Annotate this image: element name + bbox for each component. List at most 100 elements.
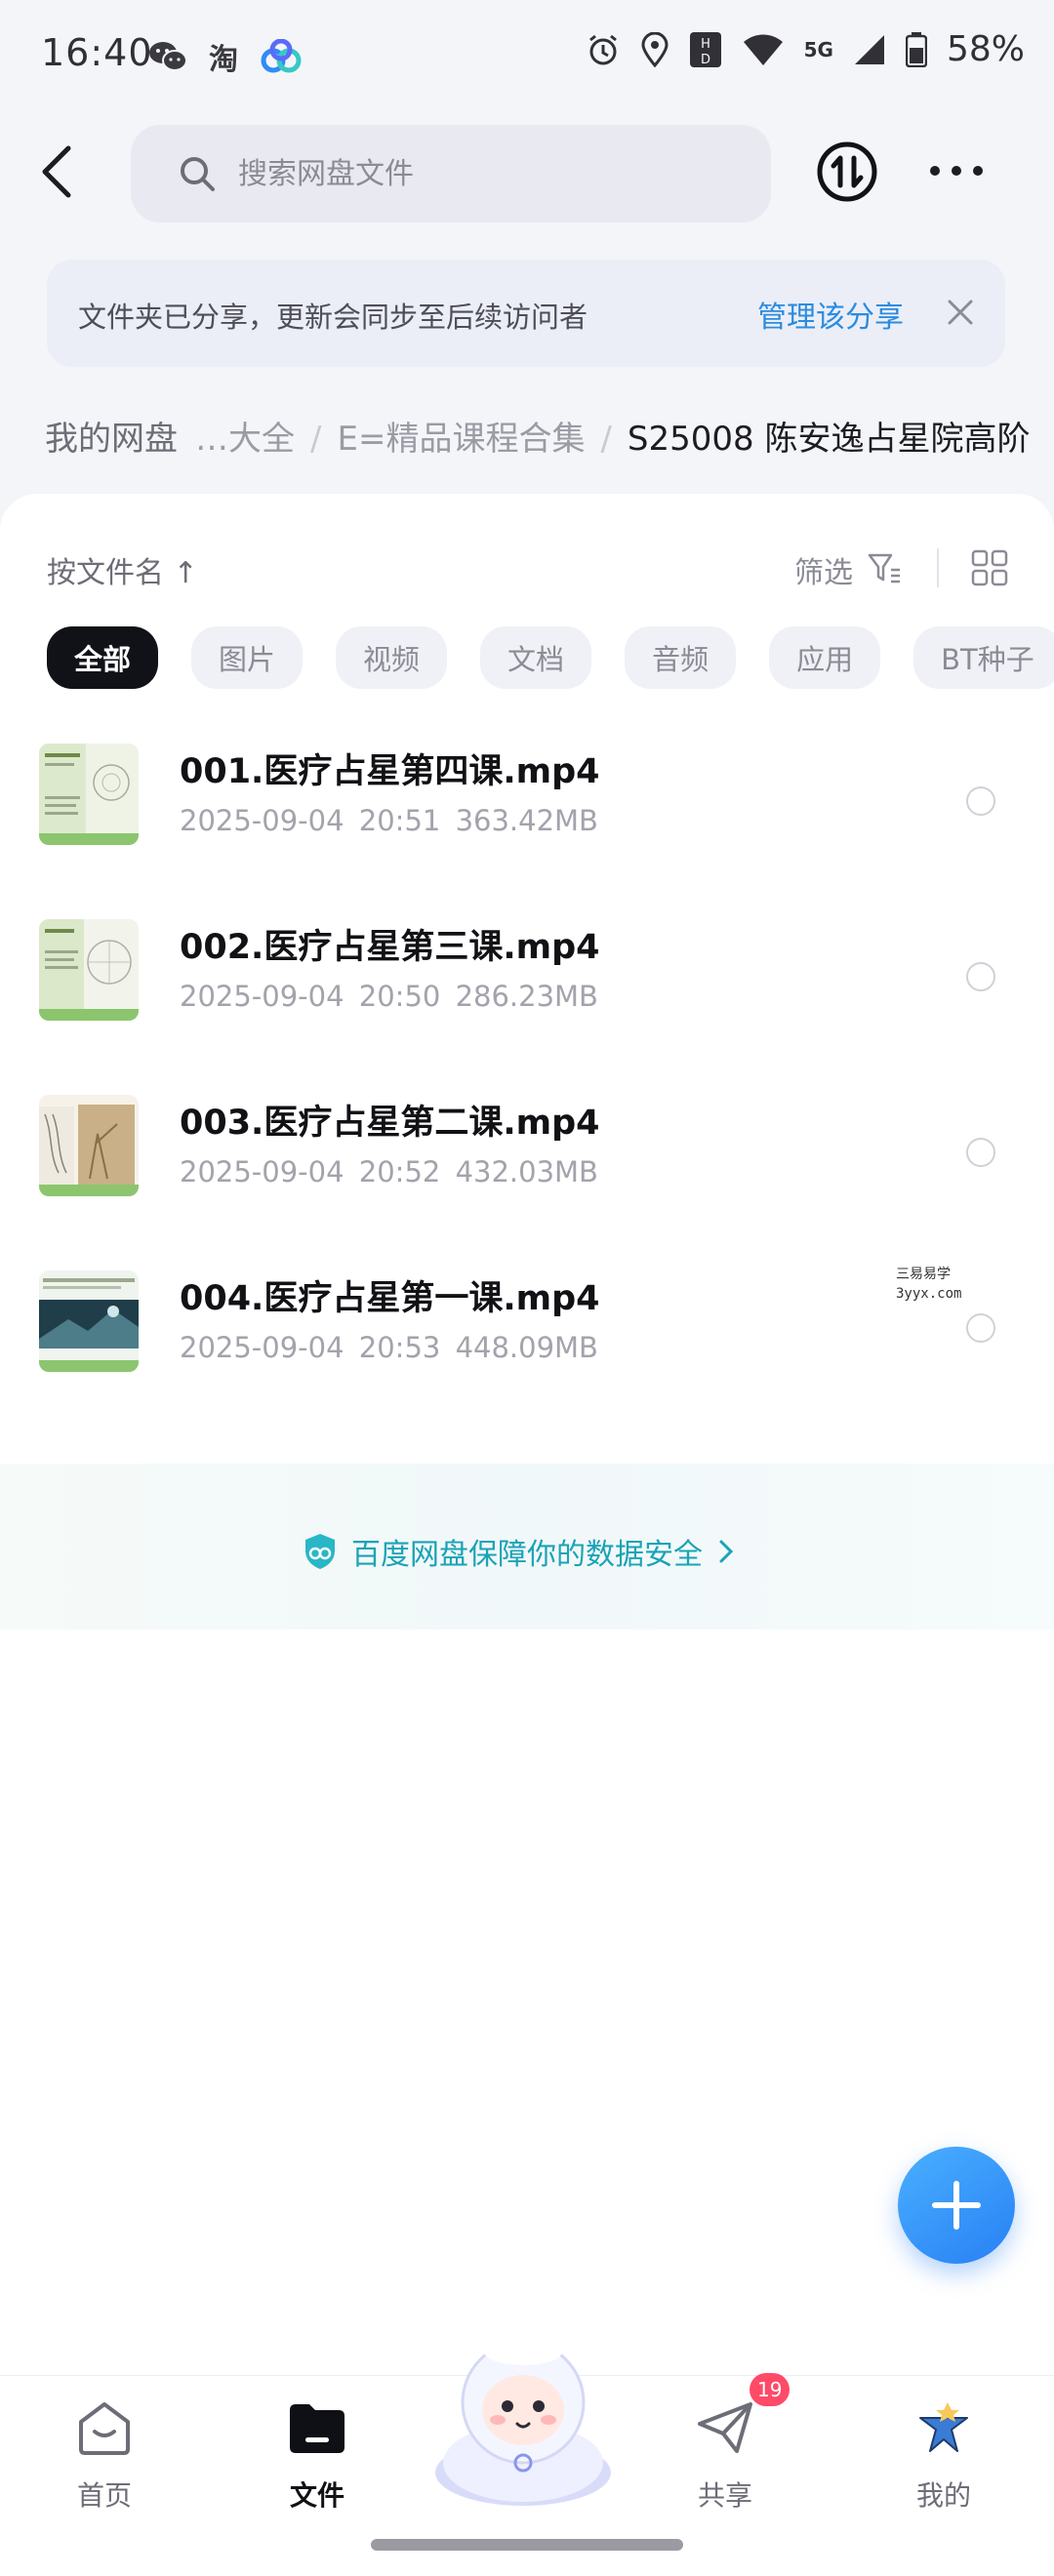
- category-filter-chips: 全部 图片 视频 文档 音频 应用 BT种子: [47, 626, 1054, 689]
- file-time: 20:53: [358, 1331, 441, 1364]
- file-name: 002.医疗占星第三课.mp4: [180, 928, 600, 967]
- select-checkbox[interactable]: [966, 962, 995, 991]
- manage-share-link[interactable]: 管理该分享: [757, 293, 904, 336]
- nav-share-label: 共享: [697, 2479, 752, 2512]
- chip-audio[interactable]: 音频: [625, 626, 737, 689]
- grid-view-icon[interactable]: [970, 548, 1009, 587]
- chip-videos[interactable]: 视频: [336, 626, 448, 689]
- taobao-icon: 淘: [209, 43, 238, 77]
- location-icon: [641, 31, 669, 67]
- profile-star-icon: [919, 2402, 968, 2452]
- file-time: 20:52: [358, 1155, 441, 1188]
- svg-text:D: D: [701, 53, 710, 67]
- system-icons: H D 5G 58%: [586, 29, 1025, 69]
- add-button[interactable]: [898, 2147, 1015, 2264]
- battery-percent: 58%: [946, 29, 1025, 69]
- file-date: 2025-09-04: [180, 804, 345, 837]
- breadcrumb: 我的网盘 …大全 / E=精品课程合集 / S25008 陈安逸占星院高阶: [0, 402, 1054, 470]
- sort-by-name-button[interactable]: 按文件名 ↑: [47, 548, 198, 591]
- hd-icon: H D: [689, 31, 721, 67]
- nav-mine[interactable]: 我的: [871, 2391, 1017, 2527]
- toolbar-divider: [937, 548, 939, 587]
- share-banner: 文件夹已分享，更新会同步至后续访问者 管理该分享: [47, 260, 1005, 367]
- nav-home[interactable]: 首页: [31, 2391, 178, 2527]
- file-meta: 2025-09-04 20:50 286.23MB: [180, 980, 598, 1013]
- nav-share[interactable]: 共享: [652, 2391, 798, 2527]
- filter-icon[interactable]: [867, 550, 902, 585]
- file-size: 363.42MB: [455, 804, 598, 837]
- breadcrumb-root[interactable]: 我的网盘: [21, 402, 201, 466]
- chip-images[interactable]: 图片: [191, 626, 304, 689]
- file-list-panel: 按文件名 ↑ 筛选 全部 图片 视频 文档 音频 应用 BT种子 001.医疗占…: [0, 494, 1054, 2377]
- file-meta: 2025-09-04 20:53 448.09MB: [180, 1331, 598, 1364]
- breadcrumb-current: S25008 陈安逸占星院高阶: [627, 420, 1031, 459]
- share-notice-text: 文件夹已分享，更新会同步至后续访问者: [78, 301, 588, 334]
- search-input[interactable]: [238, 156, 726, 191]
- security-text: 百度网盘保障你的数据安全: [351, 1538, 703, 1572]
- file-date: 2025-09-04: [180, 1155, 345, 1188]
- watermark-line: 3yyx.com: [896, 1286, 962, 1302]
- battery-icon: [905, 31, 927, 67]
- search-bar[interactable]: [131, 125, 771, 222]
- breadcrumb-item[interactable]: …大全: [195, 420, 295, 459]
- back-arrow-icon[interactable]: [35, 142, 80, 201]
- filter-button[interactable]: 筛选: [794, 548, 853, 591]
- paper-plane-icon: [698, 2402, 752, 2453]
- file-date: 2025-09-04: [180, 980, 345, 1013]
- shield-icon: [305, 1534, 335, 1569]
- close-icon[interactable]: [945, 297, 976, 328]
- status-notification-icons: 淘: [148, 35, 303, 78]
- file-name: 004.医疗占星第一课.mp4: [180, 1279, 600, 1318]
- file-size: 286.23MB: [455, 980, 598, 1013]
- mascot-icon[interactable]: [426, 2326, 621, 2512]
- chip-all[interactable]: 全部: [47, 626, 159, 689]
- security-notice-link[interactable]: 百度网盘保障你的数据安全: [303, 1530, 736, 1573]
- file-date: 2025-09-04: [180, 1331, 345, 1364]
- file-meta: 2025-09-04 20:51 363.42MB: [180, 804, 598, 837]
- plus-icon: [932, 2181, 981, 2230]
- breadcrumb-item[interactable]: E=精品课程合集: [337, 420, 585, 459]
- chip-bt-torrents[interactable]: BT种子: [913, 626, 1054, 689]
- video-thumbnail: [39, 744, 139, 845]
- svg-text:H: H: [701, 37, 710, 52]
- more-options-icon[interactable]: [927, 156, 986, 185]
- file-name: 003.医疗占星第二课.mp4: [180, 1104, 600, 1143]
- breadcrumb-separator: /: [600, 420, 612, 459]
- file-row[interactable]: 003.医疗占星第二课.mp4 2025-09-04 20:52 432.03M…: [0, 1067, 1054, 1243]
- select-checkbox[interactable]: [966, 1313, 995, 1343]
- select-checkbox[interactable]: [966, 786, 995, 816]
- notification-badge: 19: [750, 2373, 790, 2406]
- file-row[interactable]: 001.医疗占星第四课.mp4 2025-09-04 20:51 363.42M…: [0, 716, 1054, 892]
- home-icon: [79, 2402, 130, 2455]
- folder-icon: [290, 2404, 345, 2453]
- chevron-right-icon: [719, 1540, 734, 1563]
- file-meta: 2025-09-04 20:52 432.03MB: [180, 1155, 598, 1188]
- status-bar: 16:40 淘 H D 5G 58%: [0, 0, 1054, 107]
- watermark-line: 三易易学: [896, 1267, 951, 1282]
- nav-home-label: 首页: [76, 2479, 132, 2512]
- transfer-icon[interactable]: [816, 141, 878, 203]
- nav-files-label: 文件: [289, 2479, 345, 2512]
- wifi-icon: [743, 34, 783, 65]
- breadcrumb-trail: …大全 / E=精品课程合集 / S25008 陈安逸占星院高阶: [195, 412, 1030, 460]
- network-type: 5G: [803, 37, 833, 61]
- video-thumbnail: [39, 919, 139, 1021]
- file-name: 001.医疗占星第四课.mp4: [180, 752, 600, 791]
- file-time: 20:51: [358, 804, 441, 837]
- video-thumbnail: [39, 1270, 139, 1372]
- home-indicator[interactable]: [371, 2539, 683, 2551]
- baidu-cloud-icon: [261, 39, 302, 73]
- file-time: 20:50: [358, 980, 441, 1013]
- breadcrumb-separator: /: [310, 420, 322, 459]
- select-checkbox[interactable]: [966, 1138, 995, 1167]
- file-row[interactable]: 002.医疗占星第三课.mp4 2025-09-04 20:50 286.23M…: [0, 892, 1054, 1067]
- nav-files[interactable]: 文件: [244, 2391, 390, 2527]
- watermark: 三易易学 3yyx.com: [896, 1265, 961, 1304]
- chip-apps[interactable]: 应用: [769, 626, 881, 689]
- wechat-icon: [149, 42, 187, 71]
- chip-documents[interactable]: 文档: [480, 626, 592, 689]
- search-icon: [181, 157, 215, 191]
- nav-mine-label: 我的: [915, 2479, 971, 2512]
- file-size: 432.03MB: [455, 1155, 598, 1188]
- status-time: 16:40: [41, 31, 153, 74]
